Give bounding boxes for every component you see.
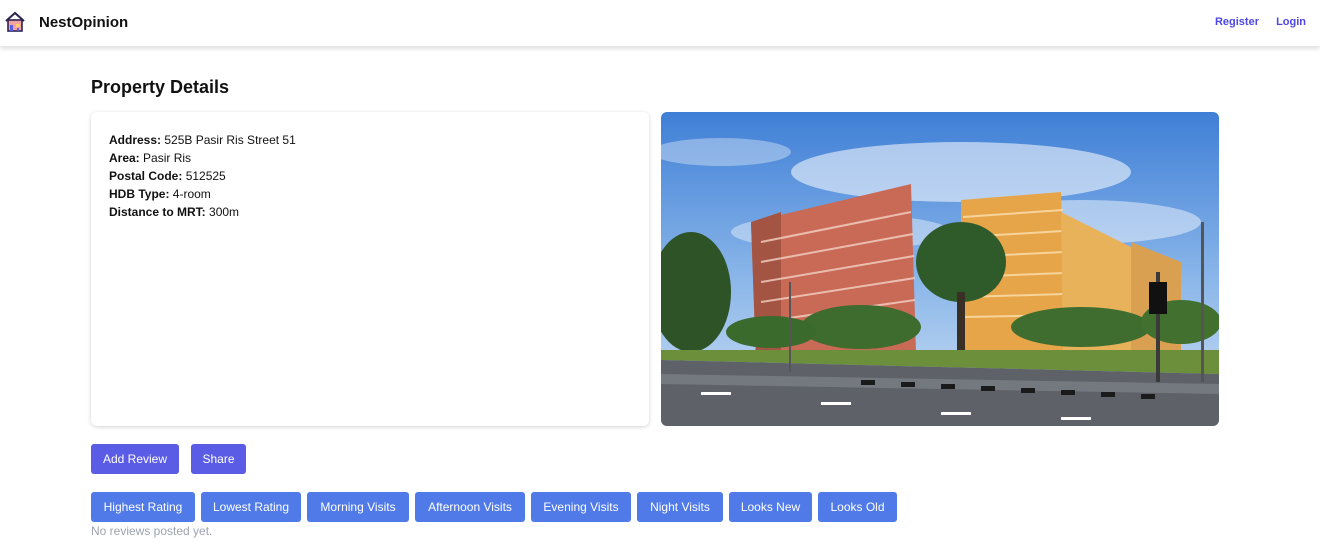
area-value: Pasir Ris [143,151,192,165]
area-label: Area: [109,151,140,165]
filter-looks-new[interactable]: Looks New [729,492,812,522]
postal-code-row: Postal Code: 512525 [109,167,296,185]
mrt-distance-row: Distance to MRT: 300m [109,203,296,221]
register-link[interactable]: Register [1215,16,1259,28]
area-row: Area: Pasir Ris [109,149,296,167]
filter-evening-visits[interactable]: Evening Visits [531,492,631,522]
filter-morning-visits[interactable]: Morning Visits [307,492,409,522]
brand-name[interactable]: NestOpinion [39,14,128,31]
property-details-card: Address: 525B Pasir Ris Street 51 Area: … [91,112,649,426]
address-value: 525B Pasir Ris Street 51 [164,133,296,147]
hdb-type-label: HDB Type: [109,187,170,201]
hdb-type-value: 4-room [172,187,211,201]
nav-links: Register Login [1201,16,1306,28]
top-navbar: NestOpinion Register Login [0,0,1320,47]
house-icon[interactable] [4,11,26,33]
postal-code-value: 512525 [185,169,226,183]
filter-afternoon-visits[interactable]: Afternoon Visits [415,492,525,522]
add-review-button[interactable]: Add Review [91,444,179,474]
filter-looks-old[interactable]: Looks Old [818,492,897,522]
filter-highest-rating[interactable]: Highest Rating [91,492,195,522]
page-title: Property Details [91,77,230,97]
filter-night-visits[interactable]: Night Visits [637,492,723,522]
login-link[interactable]: Login [1276,16,1306,28]
property-details-list: Address: 525B Pasir Ris Street 51 Area: … [109,131,296,221]
mrt-distance-value: 300m [209,205,240,219]
postal-code-label: Postal Code: [109,169,183,183]
property-photo [661,112,1219,426]
mrt-distance-label: Distance to MRT: [109,205,206,219]
address-label: Address: [109,133,162,147]
hdb-type-row: HDB Type: 4-room [109,185,296,203]
filter-lowest-rating[interactable]: Lowest Rating [201,492,301,522]
share-button[interactable]: Share [191,444,246,474]
address-row: Address: 525B Pasir Ris Street 51 [109,131,296,149]
no-reviews-message: No reviews posted yet. [91,524,213,538]
